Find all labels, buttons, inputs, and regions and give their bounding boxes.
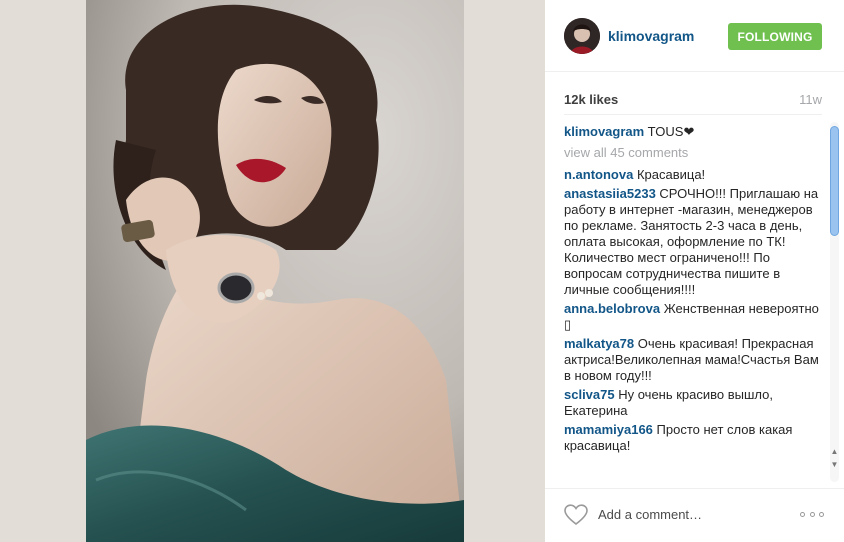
post-author-username[interactable]: klimovagram bbox=[608, 28, 694, 44]
post-photo[interactable] bbox=[86, 0, 464, 542]
comment-item: mamamiya166 Просто нет слов какая красав… bbox=[564, 422, 826, 454]
dot-icon bbox=[809, 511, 815, 517]
comment-author[interactable]: mamamiya166 bbox=[564, 422, 653, 437]
more-dots-icon[interactable] bbox=[800, 504, 824, 524]
photo-matte-right bbox=[464, 0, 545, 542]
scroll-up-arrow-icon[interactable]: ▲ bbox=[830, 447, 839, 457]
comments-list[interactable]: klimovagram TOUS❤ view all 45 comments n… bbox=[564, 124, 826, 488]
following-button[interactable]: FOLLOWING bbox=[728, 23, 822, 50]
caption-text: TOUS❤ bbox=[644, 124, 695, 139]
post-footer bbox=[545, 488, 844, 542]
caption-author[interactable]: klimovagram bbox=[564, 124, 644, 139]
comment-item: scliva75 Ну очень красиво вышло, Екатери… bbox=[564, 387, 826, 419]
comment-item: anna.belobrova Женственная невероятно ▯ bbox=[564, 301, 826, 333]
photo-matte-left bbox=[0, 0, 86, 542]
post-photo-pane bbox=[0, 0, 545, 542]
comment-author[interactable]: n.antonova bbox=[564, 167, 633, 182]
post-header: klimovagram FOLLOWING bbox=[545, 0, 844, 72]
comment-item: n.antonova Красавица! bbox=[564, 167, 826, 183]
comment-author[interactable]: scliva75 bbox=[564, 387, 615, 402]
scroll-down-arrow-icon[interactable]: ▼ bbox=[830, 460, 839, 470]
heart-outline-icon[interactable] bbox=[564, 504, 588, 526]
likes-count[interactable]: 12k likes bbox=[564, 92, 618, 107]
comment-item: anastasiia5233 СРОЧНО!!! Приглашаю на ра… bbox=[564, 186, 826, 298]
stats-divider bbox=[564, 114, 822, 115]
comment-item: malkatya78 Очень красивая! Прекрасная ак… bbox=[564, 336, 826, 384]
scrollbar-thumb[interactable] bbox=[830, 126, 839, 236]
view-all-comments-link[interactable]: view all 45 comments bbox=[564, 145, 826, 161]
post-time[interactable]: 11w bbox=[799, 92, 822, 107]
post-side-panel: klimovagram FOLLOWING 12k likes 11w klim… bbox=[545, 0, 844, 542]
comment-text: Красавица! bbox=[633, 167, 706, 182]
post-stats: 12k likes 11w bbox=[564, 92, 822, 110]
comment-author[interactable]: anna.belobrova bbox=[564, 301, 660, 316]
comment-author[interactable]: anastasiia5233 bbox=[564, 186, 656, 201]
comment-author[interactable]: malkatya78 bbox=[564, 336, 634, 351]
caption: klimovagram TOUS❤ bbox=[564, 124, 826, 140]
avatar-image bbox=[564, 18, 600, 54]
avatar[interactable] bbox=[564, 18, 600, 54]
portrait-image bbox=[86, 0, 464, 542]
dot-icon bbox=[819, 511, 824, 517]
comments-scrollbar[interactable]: ▲ ▼ bbox=[827, 122, 841, 482]
dot-icon bbox=[800, 511, 805, 517]
add-comment-input[interactable] bbox=[598, 504, 788, 524]
comment-text: СРОЧНО!!! Приглашаю на работу в интернет… bbox=[564, 186, 819, 297]
